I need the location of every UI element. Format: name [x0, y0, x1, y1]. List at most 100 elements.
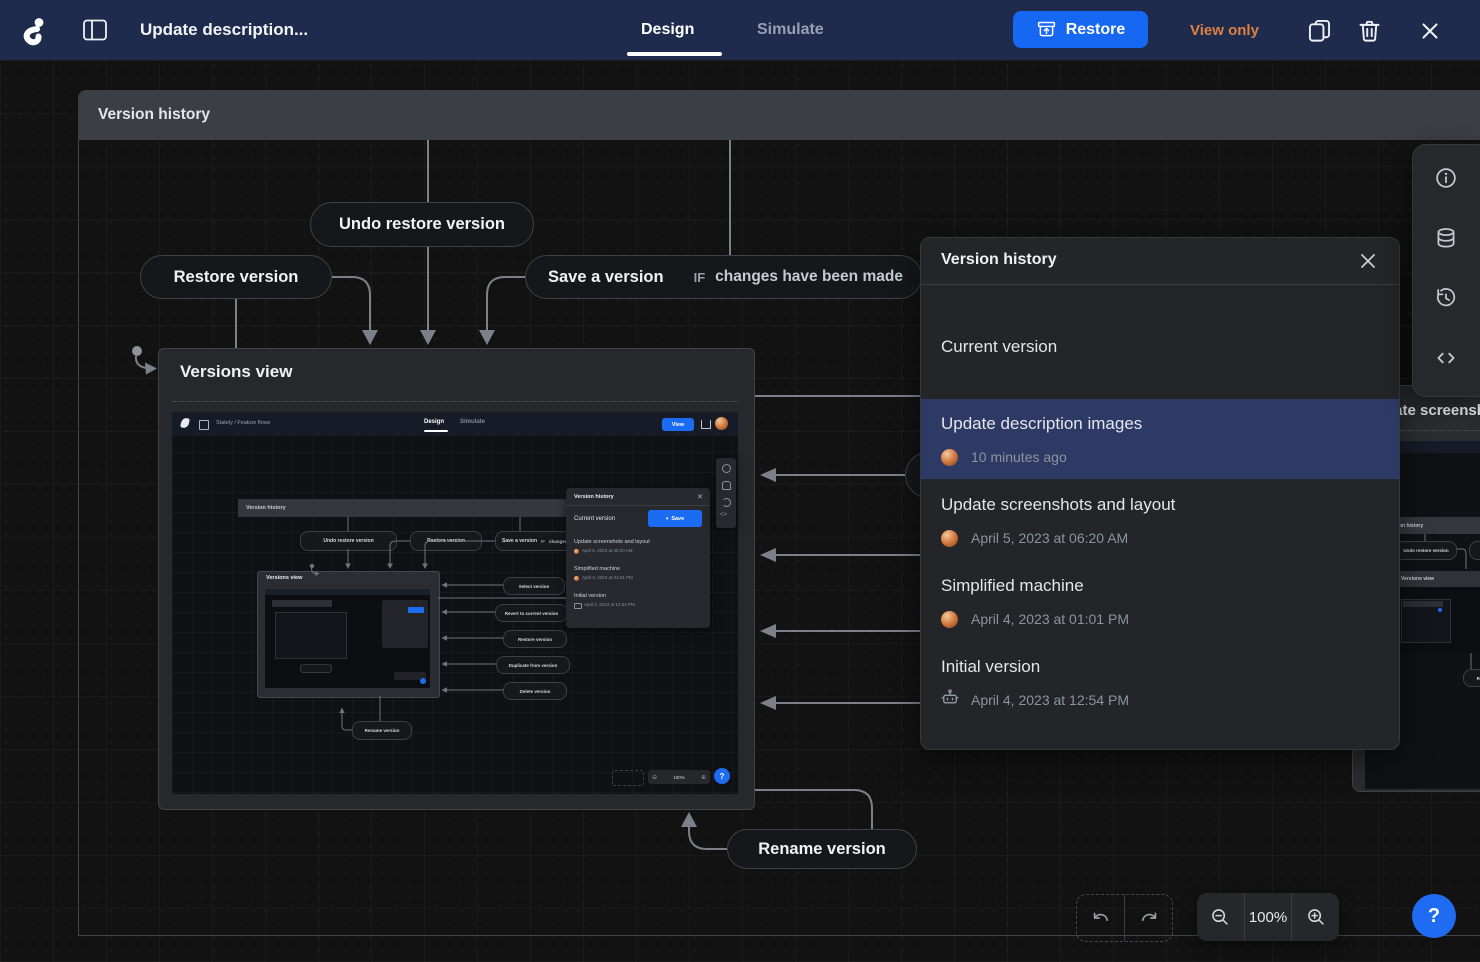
mini-inner-topbar: [265, 589, 430, 595]
mini-panel-current: Current version: [574, 516, 615, 522]
zoom-in-button[interactable]: [1292, 893, 1339, 941]
mini-machine-header: Version history: [238, 499, 566, 517]
mini-node-undo: Undo restore version: [300, 531, 397, 551]
node-undo-restore-version[interactable]: Undo restore version: [310, 202, 534, 247]
mini-node-label: Undo restore version: [323, 538, 373, 544]
mini-panel-divider: [566, 505, 710, 506]
mini-zoom-out-icon: ⊖: [652, 774, 657, 781]
undo-button[interactable]: [1077, 895, 1124, 941]
view-only-badge: View only: [1190, 22, 1259, 39]
mini-label: Select version: [519, 584, 550, 589]
database-icon[interactable]: [1433, 225, 1459, 251]
if-label: IF: [694, 270, 706, 285]
help-button[interactable]: ?: [1412, 894, 1456, 938]
version-row[interactable]: Initial version April 4, 2023 at 12:54 P…: [921, 639, 1399, 750]
zoom-out-icon: [1209, 906, 1231, 928]
tab-design-underline: [627, 52, 722, 56]
machine-title: Version history: [98, 106, 210, 124]
restore-button[interactable]: Restore: [1013, 11, 1148, 48]
sidebar-toggle-icon[interactable]: [82, 18, 108, 42]
delete-icon[interactable]: [1356, 17, 1383, 44]
tab-simulate[interactable]: Simulate: [757, 21, 824, 39]
mini-inner-rename: [300, 664, 332, 673]
machine-frame-header[interactable]: Version history: [78, 90, 1480, 140]
panel-close-icon[interactable]: [1359, 252, 1377, 270]
version-row-selected[interactable]: Update description images 10 minutes ago: [921, 399, 1399, 479]
tab-design[interactable]: Design: [641, 21, 694, 39]
mini-zoom-in-icon: ⊕: [701, 774, 706, 781]
mini-inner-title: Versions view: [266, 575, 302, 581]
version-history-panel: Version history Current version Update d…: [920, 237, 1400, 750]
mini-label-select: Select version: [503, 577, 565, 595]
mini-label-duplicate: Duplicate from version: [496, 656, 570, 674]
redo-button[interactable]: [1125, 895, 1172, 941]
close-icon[interactable]: [1417, 18, 1443, 44]
stately-logo-icon[interactable]: [16, 13, 50, 47]
zoom-level[interactable]: 100%: [1245, 893, 1292, 941]
mini-tab-design: Design: [424, 419, 444, 425]
node-save-a-version[interactable]: Save a version IF changes have been made: [525, 255, 922, 299]
robot-icon: [940, 687, 960, 707]
version-avatar: [941, 530, 958, 547]
duplicate-icon[interactable]: [1306, 17, 1333, 44]
mini-label: Restore version: [518, 637, 552, 642]
mini-node-rename: Rename version: [352, 721, 412, 740]
version-avatar: [941, 611, 958, 628]
preview-inner-versions-bar: Versions view: [1395, 571, 1480, 587]
mini-help-button: ?: [714, 768, 730, 784]
mini-view-label: View: [672, 422, 684, 428]
node-label: Undo restore version: [339, 215, 505, 234]
mini-info-icon: [722, 464, 731, 473]
mini-inner-box: [275, 612, 347, 659]
mini-inner-help: [420, 678, 426, 684]
mini-tab-underline: [424, 430, 448, 432]
version-row[interactable]: Simplified machine April 4, 2023 at 01:0…: [921, 559, 1399, 639]
mini-item-title: Simplified machine: [574, 566, 620, 572]
right-toolbar: [1412, 144, 1480, 397]
mini-item-avatar: [574, 576, 579, 581]
help-label: ?: [1428, 905, 1440, 928]
mini-label: Delete version: [520, 689, 551, 694]
redo-icon: [1138, 907, 1160, 929]
zoom-out-button[interactable]: [1197, 893, 1244, 941]
version-title: Update screenshots and layout: [941, 495, 1175, 515]
mini-item-title: Update screenshots and layout: [574, 539, 650, 545]
mini-panel-title: Version history: [574, 494, 614, 500]
mini-robot-icon: [574, 603, 582, 609]
mini-inner-bar: [272, 600, 332, 607]
code-icon[interactable]: [1433, 345, 1459, 371]
condition-label: changes have been made: [715, 268, 903, 286]
preview-node-undo: Undo restore version: [1395, 541, 1457, 560]
version-row[interactable]: Update screenshots and layout April 5, 2…: [921, 479, 1399, 559]
mini-tab-simulate: Simulate: [460, 419, 485, 425]
version-title: Simplified machine: [941, 576, 1084, 596]
info-icon[interactable]: [1433, 165, 1459, 191]
mini-panel-close-icon: ✕: [697, 493, 703, 501]
node-restore-version[interactable]: Restore version: [140, 255, 332, 299]
history-icon[interactable]: [1433, 285, 1459, 311]
mini-share-icon: [701, 420, 711, 429]
mini-database-icon: [722, 481, 731, 490]
zoom-level-label: 100%: [1249, 909, 1287, 926]
mini-avatar: [715, 417, 728, 430]
zoom-controls: 100%: [1197, 893, 1339, 941]
version-title: Update description images: [941, 414, 1142, 434]
mini-item-meta: April 5, 2023 at 06:20 AM: [582, 548, 633, 553]
mini-chevron-down-icon: ▾: [666, 516, 669, 522]
version-avatar: [941, 449, 958, 466]
mini-item-title: Initial version: [574, 593, 606, 599]
mini-item-meta: April 4, 2023 at 12:54 PM: [584, 602, 635, 607]
node-rename-version[interactable]: Rename version: [727, 829, 917, 869]
version-meta: April 5, 2023 at 06:20 AM: [971, 530, 1128, 546]
document-title[interactable]: Update description...: [140, 20, 308, 40]
preview-node-label: Rename version: [1477, 676, 1480, 681]
mini-version-panel: Version history ✕ Current version ▾ Save…: [566, 488, 710, 628]
versions-view-title: Versions view: [180, 362, 292, 382]
mini-if-label: IF: [541, 539, 545, 544]
version-row-current[interactable]: Current version: [921, 285, 1399, 399]
mini-item-avatar: [574, 549, 579, 554]
mini-machine-title: Version history: [246, 505, 286, 511]
mini-node-restore: Restore version: [410, 531, 482, 551]
mini-save-button: ▾ Save: [648, 510, 702, 527]
preview-node-label: Undo restore version: [1403, 548, 1448, 553]
